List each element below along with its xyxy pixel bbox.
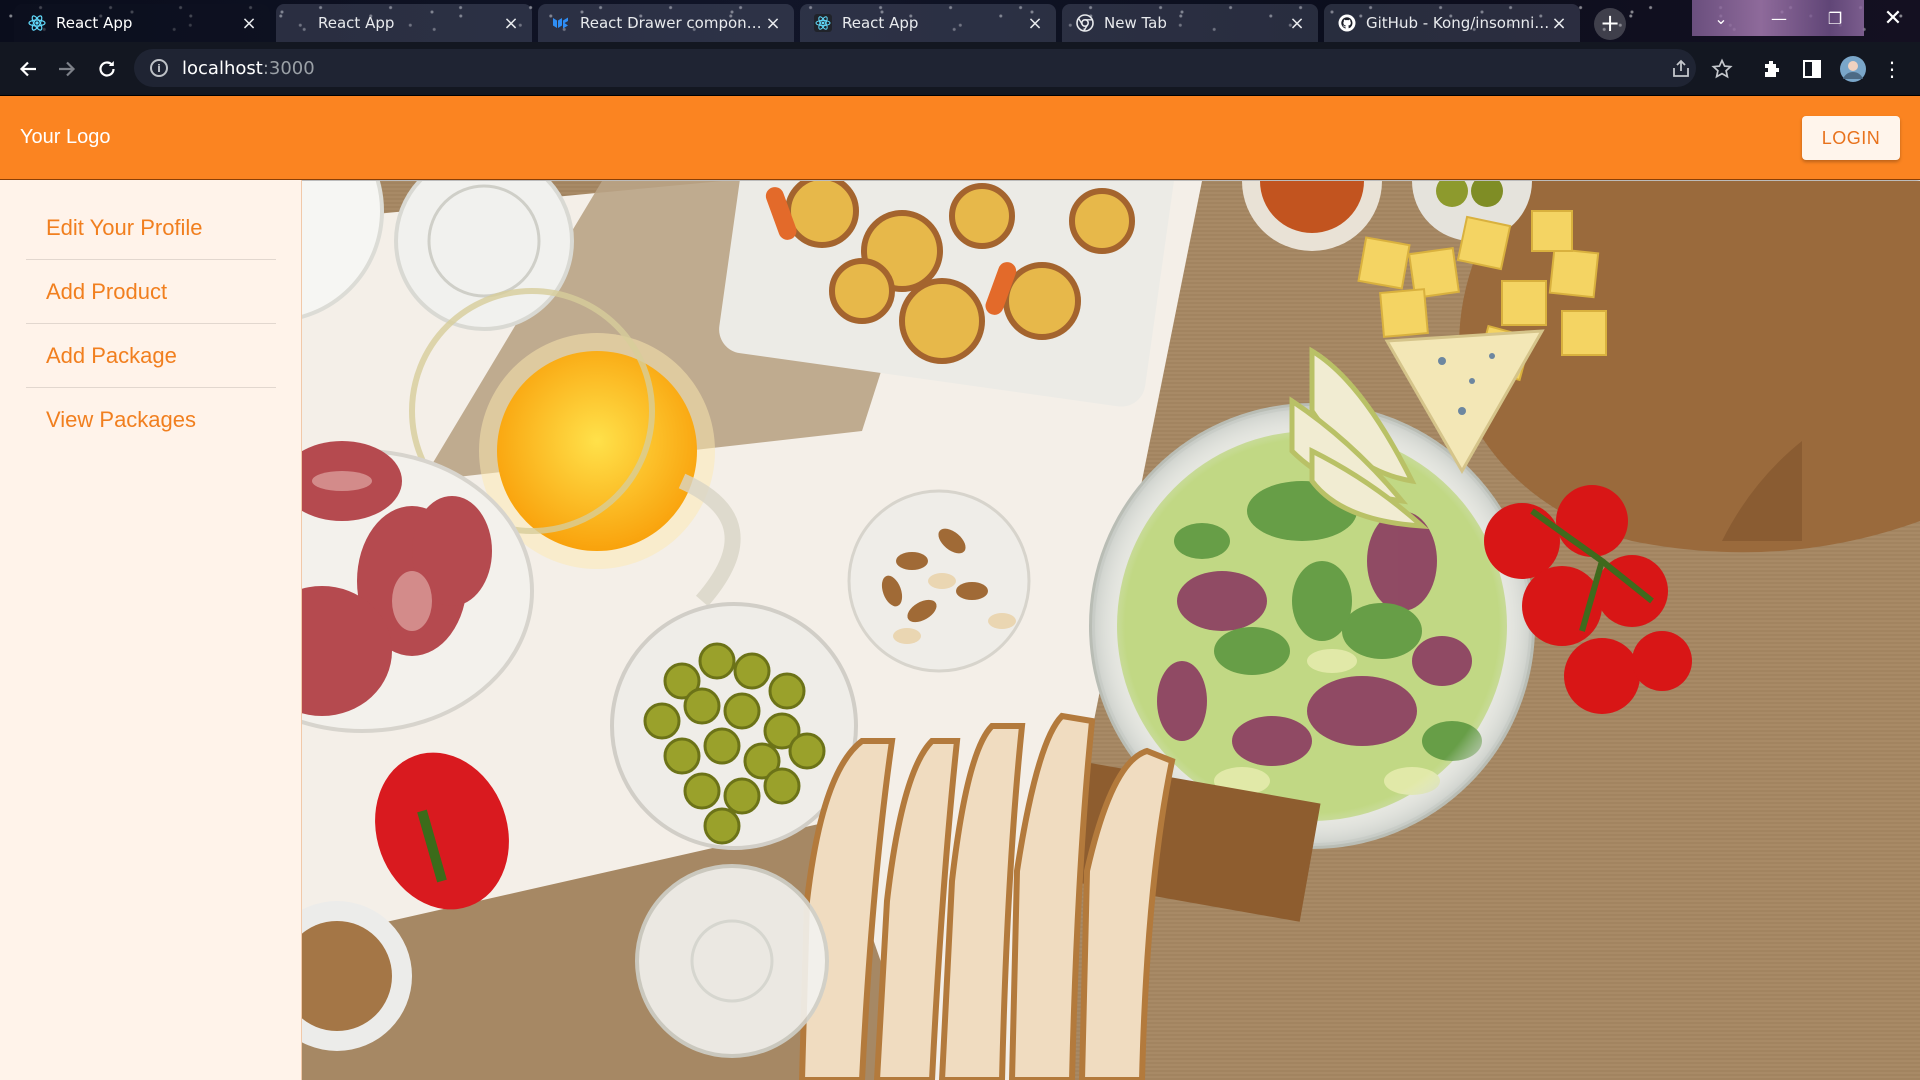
side-panel-icon[interactable] (1797, 54, 1827, 84)
browser-tab-strip: React App × React App × React Drawer com… (0, 0, 1920, 42)
hero-food-image (302, 181, 1920, 1080)
tab-title: React Drawer component (580, 14, 764, 32)
close-window-icon[interactable]: ✕ (1864, 0, 1920, 36)
back-icon[interactable] (13, 54, 43, 84)
mui-icon (552, 14, 570, 32)
profile-avatar[interactable] (1838, 54, 1868, 84)
browser-tab-react-app-1[interactable]: React App × (14, 4, 270, 42)
close-tab-icon[interactable]: × (1288, 13, 1306, 34)
close-tab-icon[interactable]: × (1550, 13, 1568, 34)
app-bar: Your Logo LOGIN (0, 96, 1920, 180)
close-tab-icon[interactable]: × (1026, 13, 1044, 34)
login-button[interactable]: LOGIN (1802, 116, 1900, 160)
address-port: :3000 (262, 57, 315, 79)
new-tab-button[interactable]: + (1594, 8, 1626, 40)
address-bar[interactable]: i localhost :3000 (134, 49, 1696, 87)
logo-text[interactable]: Your Logo (20, 126, 110, 149)
react-icon (28, 14, 46, 32)
browser-toolbar: i localhost :3000 ⋮ (0, 42, 1920, 96)
menu-item-view-packages[interactable]: View Packages (26, 388, 276, 452)
browser-tab-github[interactable]: GitHub - Kong/insomnia:... × (1324, 4, 1580, 42)
drawer-menu: Edit Your Profile Add Product Add Packag… (0, 180, 301, 452)
extensions-icon[interactable] (1757, 54, 1787, 84)
close-tab-icon[interactable]: × (240, 13, 258, 34)
tab-title: GitHub - Kong/insomnia:... (1366, 14, 1550, 32)
page-viewport: Your Logo LOGIN Edit Your Profile Add Pr… (0, 96, 1920, 1080)
menu-item-edit-profile[interactable]: Edit Your Profile (26, 196, 276, 260)
tab-search-icon[interactable]: ⌄ (1692, 0, 1750, 36)
close-tab-icon[interactable]: × (502, 13, 520, 34)
restore-icon[interactable]: ❐ (1806, 0, 1864, 36)
site-info-icon[interactable]: i (150, 59, 168, 77)
forward-icon[interactable] (52, 54, 82, 84)
tab-title: React App (842, 14, 919, 32)
tab-title: React App (56, 14, 133, 32)
share-icon[interactable] (1666, 54, 1696, 84)
address-host: localhost (182, 57, 263, 79)
browser-tab-react-app-3[interactable]: React App × (800, 4, 1056, 42)
react-icon (814, 14, 832, 32)
browser-menu-icon[interactable]: ⋮ (1877, 54, 1907, 84)
tab-title: New Tab (1104, 14, 1167, 32)
browser-tab-new-tab[interactable]: New Tab × (1062, 4, 1318, 42)
reload-icon[interactable] (92, 54, 122, 84)
github-icon (1338, 14, 1356, 32)
bookmark-star-icon[interactable] (1707, 54, 1737, 84)
browser-tab-react-drawer[interactable]: React Drawer component × (538, 4, 794, 42)
tab-title: React App (318, 14, 395, 32)
menu-item-add-package[interactable]: Add Package (26, 324, 276, 388)
chrome-icon (1076, 14, 1094, 32)
browser-tab-react-app-2[interactable]: React App × (276, 4, 532, 42)
side-drawer: Edit Your Profile Add Product Add Packag… (0, 180, 302, 1080)
close-tab-icon[interactable]: × (764, 13, 782, 34)
minimize-icon[interactable]: — (1750, 0, 1808, 36)
menu-item-add-product[interactable]: Add Product (26, 260, 276, 324)
